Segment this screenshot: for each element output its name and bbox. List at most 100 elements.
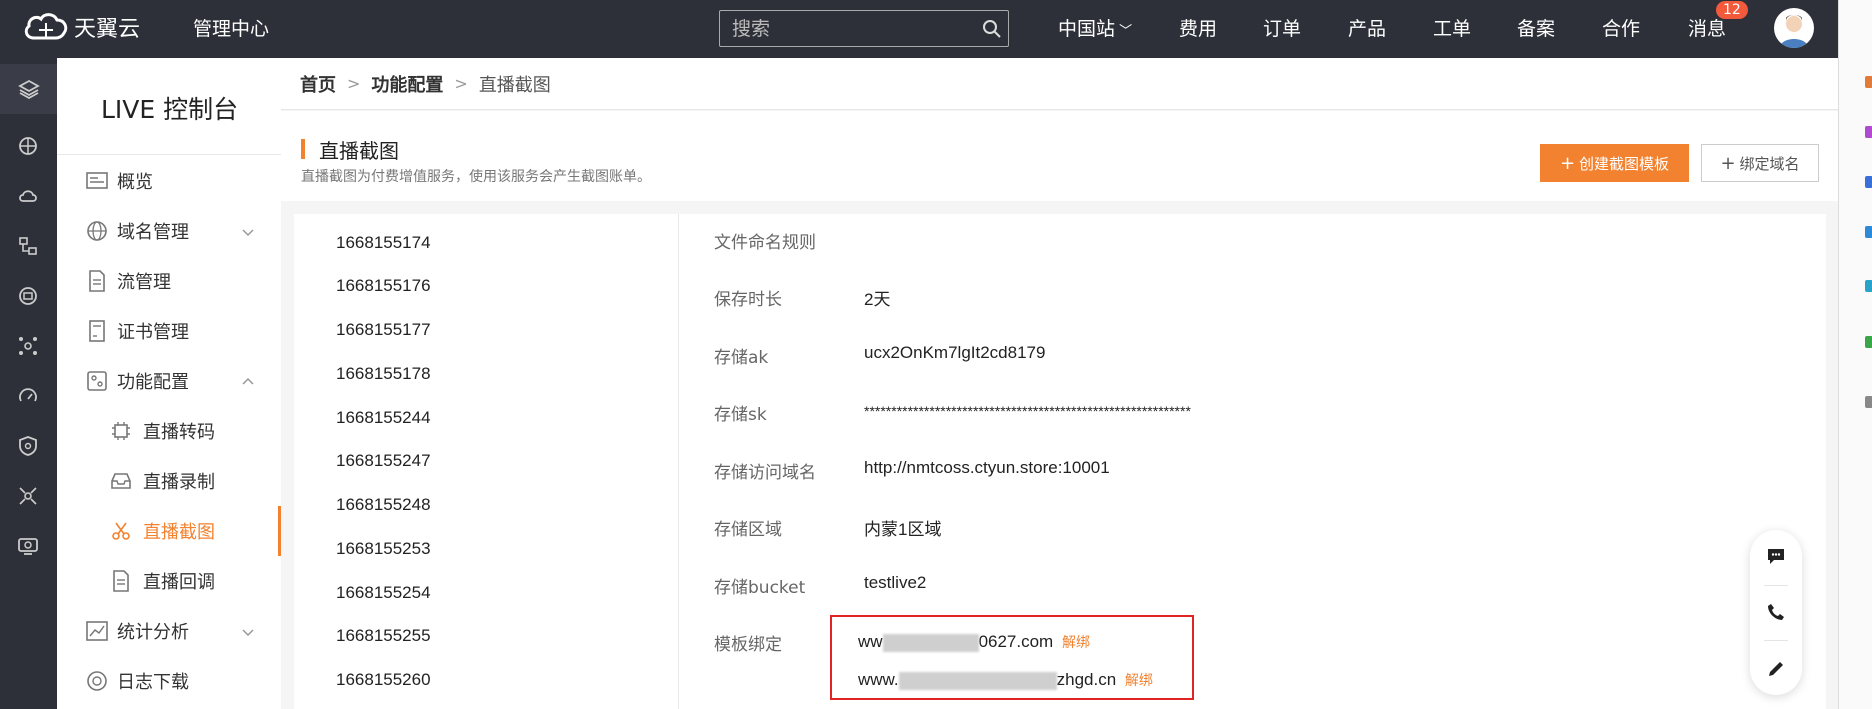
chat-icon[interactable] xyxy=(1764,544,1788,568)
sidebar-item-statistics[interactable]: 统计分析 xyxy=(57,606,281,656)
sidebar: LIVE 控制台 概览 域名管理 流管理 证书管理 功能配置 直播转码 直播录制… xyxy=(57,58,281,709)
rail-item-cluster[interactable] xyxy=(14,332,42,360)
list-item[interactable]: 1668155260 xyxy=(336,670,431,690)
edge-icon xyxy=(1865,336,1872,348)
unbind-link[interactable]: 解绑 xyxy=(1125,673,1153,689)
detail-label: 保存时长 xyxy=(714,290,782,310)
right-edge-strip xyxy=(1838,0,1872,709)
detail-label: 存储访问域名 xyxy=(714,463,816,483)
main-content: 首页 > 功能配置 > 直播截图 直播截图 直播截图为付费增值服务，使用该服务会… xyxy=(281,58,1838,709)
shield-icon xyxy=(19,436,37,456)
chevron-up-icon xyxy=(241,371,255,392)
edge-icon xyxy=(1865,176,1872,188)
top-bar: 天翼云 管理中心 中国站 ﹀ 费用 订单 产品 工单 备案 合作 消息 12 xyxy=(0,0,1838,58)
detail-value: 2天 xyxy=(864,290,891,309)
rail-item-connect[interactable] xyxy=(14,482,42,510)
logo[interactable]: 天翼云 xyxy=(22,10,140,44)
list-item[interactable]: 1668155178 xyxy=(336,364,431,384)
sidebar-item-overview[interactable]: 概览 xyxy=(57,156,281,206)
cloud-logo-icon xyxy=(24,13,68,40)
list-item[interactable]: 1668155247 xyxy=(336,451,431,471)
rail-item-security[interactable] xyxy=(14,432,42,460)
breadcrumb-feature-config[interactable]: 功能配置 xyxy=(371,71,443,97)
rail-item-cloud[interactable] xyxy=(14,182,42,210)
detail-label: 存储bucket xyxy=(714,578,806,598)
globe-icon xyxy=(85,219,109,243)
redacted-text xyxy=(898,671,1057,690)
nav-partners[interactable]: 合作 xyxy=(1602,14,1640,41)
search-input[interactable] xyxy=(720,17,975,40)
nav-china-site[interactable]: 中国站 ﹀ xyxy=(1058,14,1132,41)
detail-value: ucx2OnKm7lgIt2cd8179 xyxy=(864,343,1046,362)
rail-item-speed[interactable] xyxy=(14,382,42,410)
list-item[interactable]: 1668155174 xyxy=(336,233,431,253)
sidebar-item-live-transcoding[interactable]: 直播转码 xyxy=(57,406,281,456)
topology-icon xyxy=(19,237,37,255)
user-avatar[interactable] xyxy=(1774,8,1814,48)
sidebar-item-stream-management[interactable]: 流管理 xyxy=(57,256,281,306)
create-screenshot-template-button[interactable]: + 创建截图模板 xyxy=(1540,144,1689,182)
list-item[interactable]: 1668155176 xyxy=(336,276,431,296)
template-panel: 1668155174 1668155176 1668155177 1668155… xyxy=(294,214,1826,709)
nav-products[interactable]: 产品 xyxy=(1348,14,1386,41)
list-item[interactable]: 1668155254 xyxy=(336,583,431,603)
config-icon xyxy=(85,369,109,393)
edge-icon xyxy=(1865,396,1872,408)
sidebar-item-feature-config[interactable]: 功能配置 xyxy=(57,356,281,406)
edge-icon xyxy=(1865,226,1872,238)
rail-item-monitor[interactable] xyxy=(14,532,42,560)
bound-domain-1: ww 0627.com 解绑 xyxy=(858,632,1090,652)
nav-tickets[interactable]: 工单 xyxy=(1433,14,1471,41)
nav-filing[interactable]: 备案 xyxy=(1517,14,1555,41)
chevron-right-icon: > xyxy=(454,74,468,93)
nav-orders[interactable]: 订单 xyxy=(1263,14,1301,41)
sidebar-item-domain-management[interactable]: 域名管理 xyxy=(57,206,281,256)
detail-value: 内蒙1区域 xyxy=(864,520,942,539)
console-title: LIVE 控制台 xyxy=(101,95,239,124)
breadcrumb-home[interactable]: 首页 xyxy=(300,71,336,97)
search-box[interactable] xyxy=(719,10,1009,47)
unbind-link[interactable]: 解绑 xyxy=(1062,635,1090,651)
chevron-down-icon xyxy=(241,621,255,642)
breadcrumb: 首页 > 功能配置 > 直播截图 xyxy=(281,58,1838,110)
detail-value: testlive2 xyxy=(864,573,927,592)
page-title: 直播截图 xyxy=(319,139,399,163)
chart-icon xyxy=(85,619,109,643)
list-item[interactable]: 1668155253 xyxy=(336,539,431,559)
chevron-down-icon: ﹀ xyxy=(1115,24,1133,39)
database-icon xyxy=(19,287,37,305)
gauge-icon xyxy=(19,388,37,402)
sidebar-item-live-recording[interactable]: 直播录制 xyxy=(57,456,281,506)
layers-icon xyxy=(17,79,40,100)
sidebar-item-live-callback[interactable]: 直播回调 xyxy=(57,556,281,606)
sidebar-divider xyxy=(57,154,281,155)
detail-label: 文件命名规则 xyxy=(714,233,816,253)
scissors-icon xyxy=(109,519,133,543)
certificate-icon xyxy=(85,319,109,343)
phone-icon[interactable] xyxy=(1764,600,1788,624)
rail-item-topology[interactable] xyxy=(14,232,42,260)
rail-item-database[interactable] xyxy=(14,282,42,310)
cluster-icon xyxy=(19,337,37,355)
list-item[interactable]: 1668155244 xyxy=(336,408,431,428)
list-item[interactable]: 1668155248 xyxy=(336,495,431,515)
sidebar-item-live-screenshot[interactable]: 直播截图 xyxy=(57,506,281,556)
list-item[interactable]: 1668155177 xyxy=(336,320,431,340)
sidebar-item-log-download[interactable]: 日志下载 xyxy=(57,656,281,706)
nav-billing[interactable]: 费用 xyxy=(1179,14,1217,41)
inbox-icon xyxy=(109,469,133,493)
logo-text: 天翼云 xyxy=(74,17,141,42)
rail-item-layers[interactable] xyxy=(0,64,57,114)
bind-domain-button[interactable]: + 绑定域名 xyxy=(1701,144,1819,182)
rail-item-network[interactable] xyxy=(14,132,42,160)
pencil-icon[interactable] xyxy=(1764,657,1788,681)
sidebar-item-certificate-management[interactable]: 证书管理 xyxy=(57,306,281,356)
search-icon[interactable] xyxy=(975,11,1008,47)
edge-icon xyxy=(1865,76,1872,88)
cloud-icon xyxy=(19,190,37,202)
list-item[interactable]: 1668155255 xyxy=(336,626,431,646)
management-center-link[interactable]: 管理中心 xyxy=(193,14,269,41)
plus-icon: + xyxy=(1720,152,1736,174)
breadcrumb-current: 直播截图 xyxy=(478,74,551,96)
detail-label: 存储ak xyxy=(714,348,769,368)
